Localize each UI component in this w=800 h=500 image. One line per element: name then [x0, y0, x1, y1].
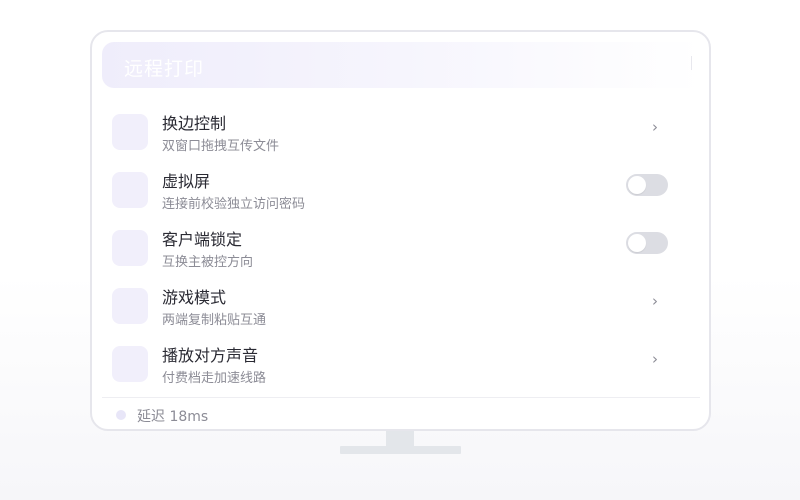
switch-side-icon	[112, 114, 148, 150]
title-bar: 远程打印	[102, 42, 702, 88]
setting-row-switch-side[interactable]: 换边控制 双窗口拖拽互传文件 ›	[112, 110, 672, 162]
setting-subtitle: 两端复制粘贴互通	[162, 313, 267, 328]
chevron-right-icon[interactable]: ›	[652, 118, 658, 136]
setting-title: 客户端锁定	[162, 230, 243, 249]
title-bar-edge	[691, 56, 692, 70]
toggle-knob	[628, 176, 646, 194]
setting-subtitle: 连接前校验独立访问密码	[162, 197, 306, 212]
setting-title: 虚拟屏	[162, 172, 211, 191]
page-title: 远程打印	[124, 58, 205, 80]
toggle-knob	[628, 234, 646, 252]
setting-row-remote-audio[interactable]: 播放对方声音 付费档走加速线路 ›	[112, 342, 672, 394]
client-lock-icon	[112, 230, 148, 266]
client-lock-toggle[interactable]	[626, 232, 668, 254]
setting-row-client-lock: 客户端锁定 互换主被控方向	[112, 226, 672, 278]
chevron-right-icon[interactable]: ›	[652, 292, 658, 310]
monitor-stand-neck	[386, 431, 414, 446]
chevron-right-icon[interactable]: ›	[652, 350, 658, 368]
virtual-screen-toggle[interactable]	[626, 174, 668, 196]
setting-subtitle: 付费档走加速线路	[162, 371, 267, 386]
setting-row-virtual-screen: 虚拟屏 连接前校验独立访问密码	[112, 168, 672, 220]
monitor-stand-base	[340, 446, 461, 454]
setting-title: 换边控制	[162, 114, 227, 133]
setting-row-game-mode[interactable]: 游戏模式 两端复制粘贴互通 ›	[112, 284, 672, 336]
setting-title: 游戏模式	[162, 288, 227, 307]
virtual-screen-icon	[112, 172, 148, 208]
setting-subtitle: 互换主被控方向	[162, 255, 254, 270]
monitor-frame: 远程打印 换边控制 双窗口拖拽互传文件 › 虚拟屏 连接前校验独立访问密码 客户…	[90, 30, 711, 431]
remote-audio-icon	[112, 346, 148, 382]
footer-divider	[102, 397, 700, 398]
status-dot-icon	[116, 410, 126, 420]
latency-status: 延迟 18ms	[137, 409, 209, 425]
setting-subtitle: 双窗口拖拽互传文件	[162, 139, 280, 154]
game-mode-icon	[112, 288, 148, 324]
setting-title: 播放对方声音	[162, 346, 259, 365]
